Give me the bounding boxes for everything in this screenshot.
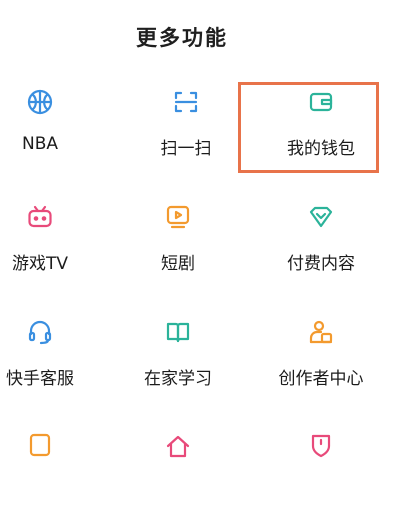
feature-item-game-tv[interactable]: 游戏TV [0,203,105,303]
feature-label: 付费内容 [287,254,355,274]
scan-icon [172,88,200,116]
partial-pink-icon [164,432,192,460]
feature-item-scan[interactable]: 扫一扫 [121,88,251,188]
book-icon [164,318,192,346]
feature-label: 创作者中心 [278,369,364,389]
feature-item-paid-content[interactable]: 付费内容 [256,203,386,303]
diamond-icon [307,203,335,231]
wallet-icon [307,88,335,116]
feature-item-partial-3[interactable] [256,432,386,532]
feature-label: 在家学习 [144,369,212,389]
feature-label: 我的钱包 [287,139,355,159]
play-video-icon [164,203,192,231]
creator-icon [307,318,335,346]
game-tv-icon [26,203,54,231]
feature-item-home-study[interactable]: 在家学习 [113,318,243,418]
feature-label: 扫一扫 [160,139,212,159]
feature-item-wallet[interactable]: 我的钱包 [256,88,386,188]
basketball-icon [26,88,54,116]
feature-item-nba[interactable]: NBA [0,88,105,188]
feature-label: 游戏TV [11,254,68,274]
feature-label: 短剧 [161,254,195,274]
feature-item-customer-service[interactable]: 快手客服 [0,318,105,418]
partial-pink-shield-icon [307,432,335,460]
headset-icon [26,318,54,346]
feature-item-creator-center[interactable]: 创作者中心 [256,318,386,418]
feature-item-partial-2[interactable] [113,432,243,532]
feature-item-partial-1[interactable] [0,432,105,532]
feature-grid: NBA 扫一扫 我的钱包 游戏TV 短剧 付费内容 快手客服 在家学习 创作者中… [0,0,400,461]
feature-label: 快手客服 [6,369,74,389]
feature-label: NBA [21,134,58,154]
partial-orange-icon [26,432,54,460]
feature-item-short-drama[interactable]: 短剧 [113,203,243,303]
